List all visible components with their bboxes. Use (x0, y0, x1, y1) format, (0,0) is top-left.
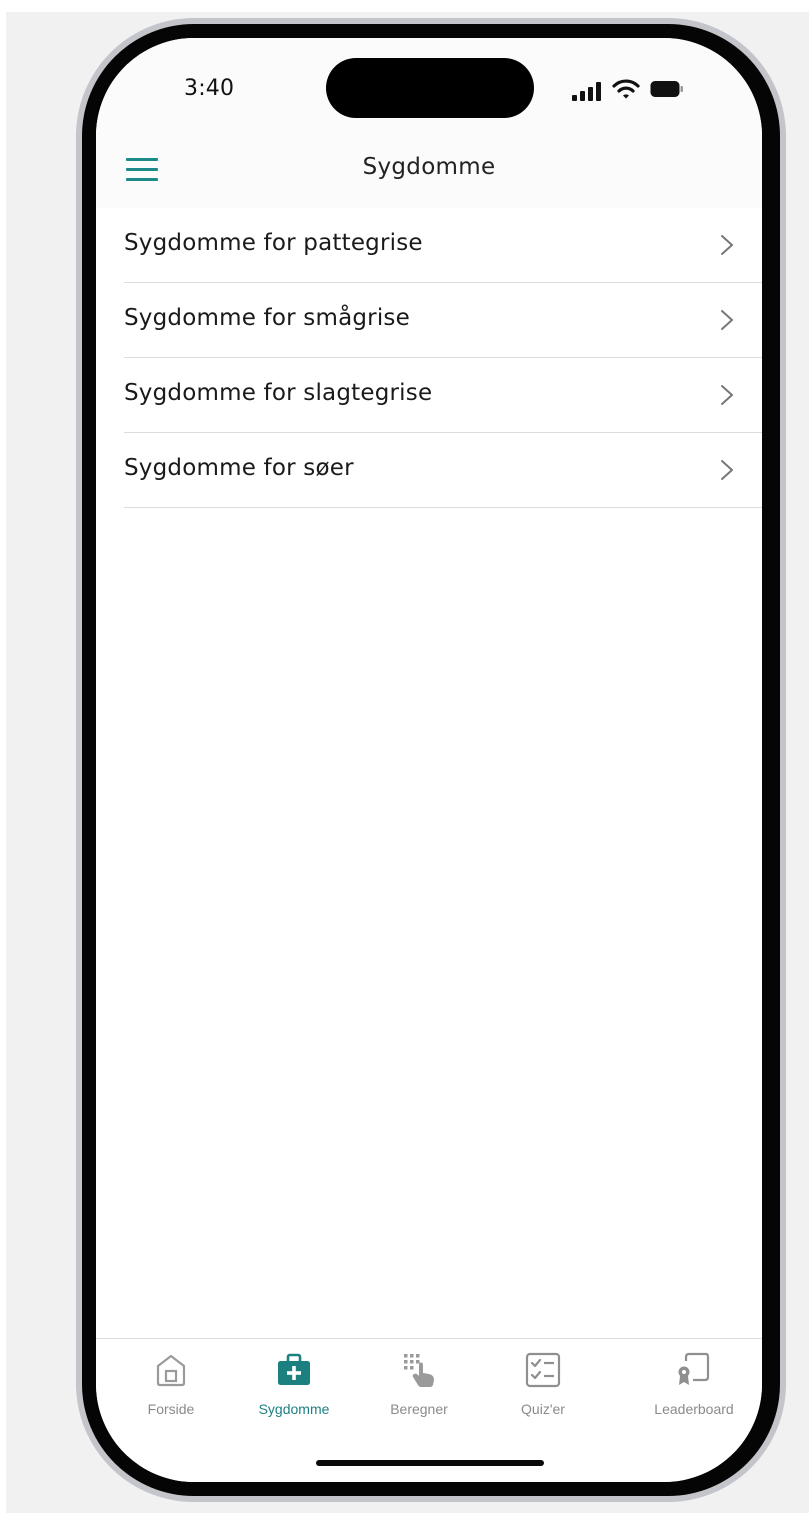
list-item-pattegrise[interactable]: Sygdomme for pattegrise (124, 208, 762, 283)
page-title: Sygdomme (362, 154, 496, 180)
disease-category-list: Sygdomme for pattegrise Sygdomme for små… (124, 208, 762, 508)
tab-label: Quiz'er (521, 1401, 565, 1417)
tab-label: Forside (147, 1401, 195, 1417)
tab-beregner[interactable]: Beregner (364, 1339, 474, 1429)
list-item-smaagrise[interactable]: Sygdomme for smågrise (124, 283, 762, 358)
list-item-soeer[interactable]: Sygdomme for søer (124, 433, 762, 508)
tab-sygdomme[interactable]: Sygdomme (239, 1339, 349, 1429)
home-icon (156, 1354, 186, 1387)
keypad-touch-icon (404, 1354, 434, 1387)
tab-label: Leaderboard (654, 1401, 734, 1417)
phone-screen: 3:40 Sygdomme Sygdomme for pattegrise Sy… (96, 38, 762, 1482)
status-time: 3:40 (184, 76, 235, 101)
chevron-right-icon (721, 235, 733, 255)
list-item-label: Sygdomme for pattegrise (124, 230, 423, 256)
status-bar: 3:40 (96, 38, 762, 138)
checklist-icon (525, 1352, 561, 1388)
dynamic-island (326, 58, 534, 118)
tab-quizer[interactable]: Quiz'er (488, 1339, 598, 1429)
cellular-signal-icon (572, 81, 606, 101)
tab-leaderboard[interactable]: Leaderboard (634, 1339, 754, 1429)
battery-icon (650, 81, 683, 97)
list-item-slagtegrise[interactable]: Sygdomme for slagtegrise (124, 358, 762, 433)
list-item-label: Sygdomme for søer (124, 455, 354, 481)
first-aid-kit-icon (278, 1353, 310, 1385)
list-item-label: Sygdomme for slagtegrise (124, 380, 433, 406)
chevron-right-icon (721, 310, 733, 330)
home-indicator (316, 1460, 544, 1466)
tab-label: Sygdomme (258, 1401, 330, 1417)
chevron-right-icon (721, 385, 733, 405)
app-header: Sygdomme (96, 138, 762, 208)
wifi-icon (612, 79, 640, 99)
certificate-icon (678, 1352, 710, 1385)
chevron-right-icon (721, 460, 733, 480)
list-item-label: Sygdomme for smågrise (124, 305, 410, 331)
tab-forside[interactable]: Forside (116, 1339, 226, 1429)
tab-label: Beregner (390, 1401, 448, 1417)
